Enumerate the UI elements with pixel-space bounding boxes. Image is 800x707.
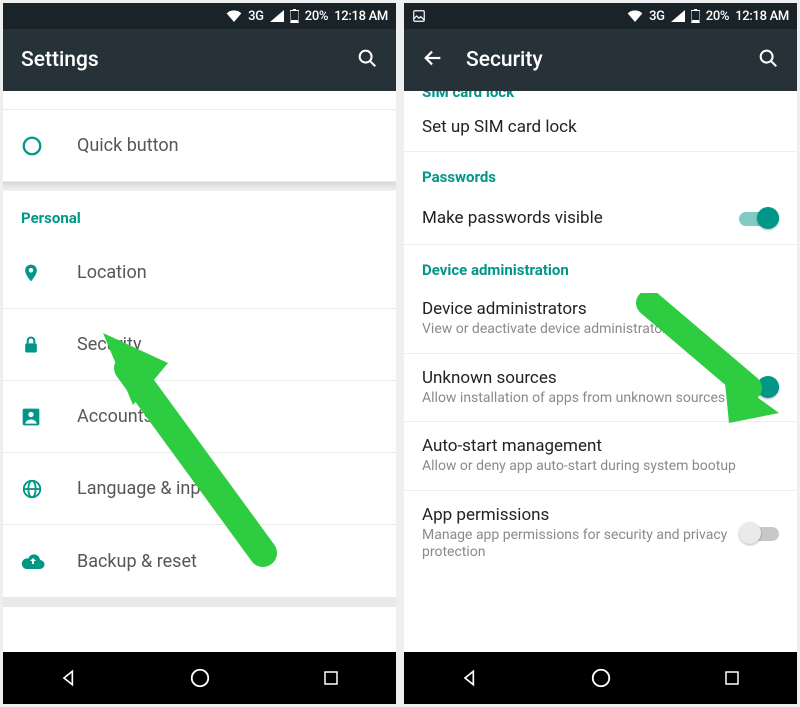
wifi-icon	[226, 10, 242, 22]
section-header-personal: Personal	[3, 191, 396, 237]
item-title: Make passwords visible	[422, 208, 729, 228]
nav-home-button[interactable]	[170, 652, 230, 704]
item-device-administrators[interactable]: Device administrators View or deactivate…	[404, 285, 797, 354]
item-autostart-management[interactable]: Auto-start management Allow or deny app …	[404, 422, 797, 491]
time-label: 12:18 AM	[735, 9, 789, 24]
page-title: Security	[466, 48, 735, 72]
toggle-passwords-visible[interactable]	[739, 206, 779, 230]
globe-icon	[21, 478, 77, 500]
item-setup-sim-lock[interactable]: Set up SIM card lock	[404, 103, 797, 152]
settings-item-language[interactable]: Language & input	[3, 453, 396, 525]
settings-item-label: Language & input	[77, 478, 216, 499]
toolbar: Security	[404, 29, 797, 91]
item-title: App permissions	[422, 505, 729, 525]
item-unknown-sources[interactable]: Unknown sources Allow installation of ap…	[404, 354, 797, 423]
security-list: SIM card lock Set up SIM card lock Passw…	[404, 91, 797, 652]
item-subtitle: View or deactivate device administrators	[422, 321, 779, 339]
time-label: 12:18 AM	[334, 9, 388, 24]
image-icon	[412, 9, 426, 23]
back-button[interactable]	[422, 47, 444, 73]
toggle-app-permissions[interactable]	[739, 521, 779, 545]
item-subtitle: Allow or deny app auto-start during syst…	[422, 458, 779, 476]
network-label: 3G	[248, 9, 264, 24]
battery-label: 20%	[305, 9, 328, 24]
settings-item-backup[interactable]: Backup & reset	[3, 525, 396, 597]
cloud-upload-icon	[21, 552, 77, 570]
nav-back-button[interactable]	[440, 652, 500, 704]
item-subtitle: Manage app permissions for security and …	[422, 527, 729, 562]
item-passwords-visible[interactable]: Make passwords visible	[404, 192, 797, 245]
nav-recent-button[interactable]	[702, 652, 762, 704]
account-icon	[21, 407, 77, 427]
battery-icon	[691, 9, 700, 23]
nav-bar	[3, 652, 396, 704]
toolbar: Settings	[3, 29, 396, 91]
battery-icon	[290, 9, 299, 23]
nav-back-button[interactable]	[39, 652, 99, 704]
item-title: Unknown sources	[422, 368, 729, 388]
item-app-permissions[interactable]: App permissions Manage app permissions f…	[404, 491, 797, 576]
page-title: Settings	[21, 48, 334, 72]
nav-recent-button[interactable]	[301, 652, 361, 704]
lock-icon	[21, 334, 77, 356]
settings-item-quick-button[interactable]: Quick button	[3, 110, 396, 182]
status-bar: 3G 20% 12:18 AM	[404, 3, 797, 29]
settings-item-label: Backup & reset	[77, 551, 197, 572]
search-button[interactable]	[757, 47, 779, 73]
phone-settings: 3G 20% 12:18 AM Settings Qu	[3, 3, 396, 704]
status-bar: 3G 20% 12:18 AM	[3, 3, 396, 29]
settings-item-label: Security	[77, 334, 141, 355]
settings-item-security[interactable]: Security	[3, 309, 396, 381]
section-header-device-admin: Device administration	[404, 245, 797, 285]
nav-home-button[interactable]	[571, 652, 631, 704]
quick-button-icon	[21, 135, 77, 157]
settings-item-label: Quick button	[77, 135, 179, 156]
item-subtitle: Allow installation of apps from unknown …	[422, 390, 729, 408]
section-header-sim: SIM card lock	[404, 91, 797, 103]
battery-label: 20%	[706, 9, 729, 24]
toggle-unknown-sources[interactable]	[739, 375, 779, 399]
location-icon	[21, 261, 77, 285]
nav-bar	[404, 652, 797, 704]
item-title: Device administrators	[422, 299, 779, 319]
section-header-passwords: Passwords	[404, 152, 797, 192]
settings-item-accounts[interactable]: Accounts	[3, 381, 396, 453]
phone-security: 3G 20% 12:18 AM Security SIM card lock S…	[404, 3, 797, 704]
item-title: Set up SIM card lock	[422, 117, 779, 137]
search-button[interactable]	[356, 47, 378, 73]
settings-list: Quick button Personal Location Security	[3, 91, 396, 652]
settings-item-label: Accounts	[77, 406, 153, 427]
item-title: Auto-start management	[422, 436, 779, 456]
wifi-icon	[627, 10, 643, 22]
network-label: 3G	[649, 9, 665, 24]
settings-item-label: Location	[77, 262, 147, 283]
settings-item-location[interactable]: Location	[3, 237, 396, 309]
signal-icon	[270, 10, 284, 22]
signal-icon	[671, 10, 685, 22]
